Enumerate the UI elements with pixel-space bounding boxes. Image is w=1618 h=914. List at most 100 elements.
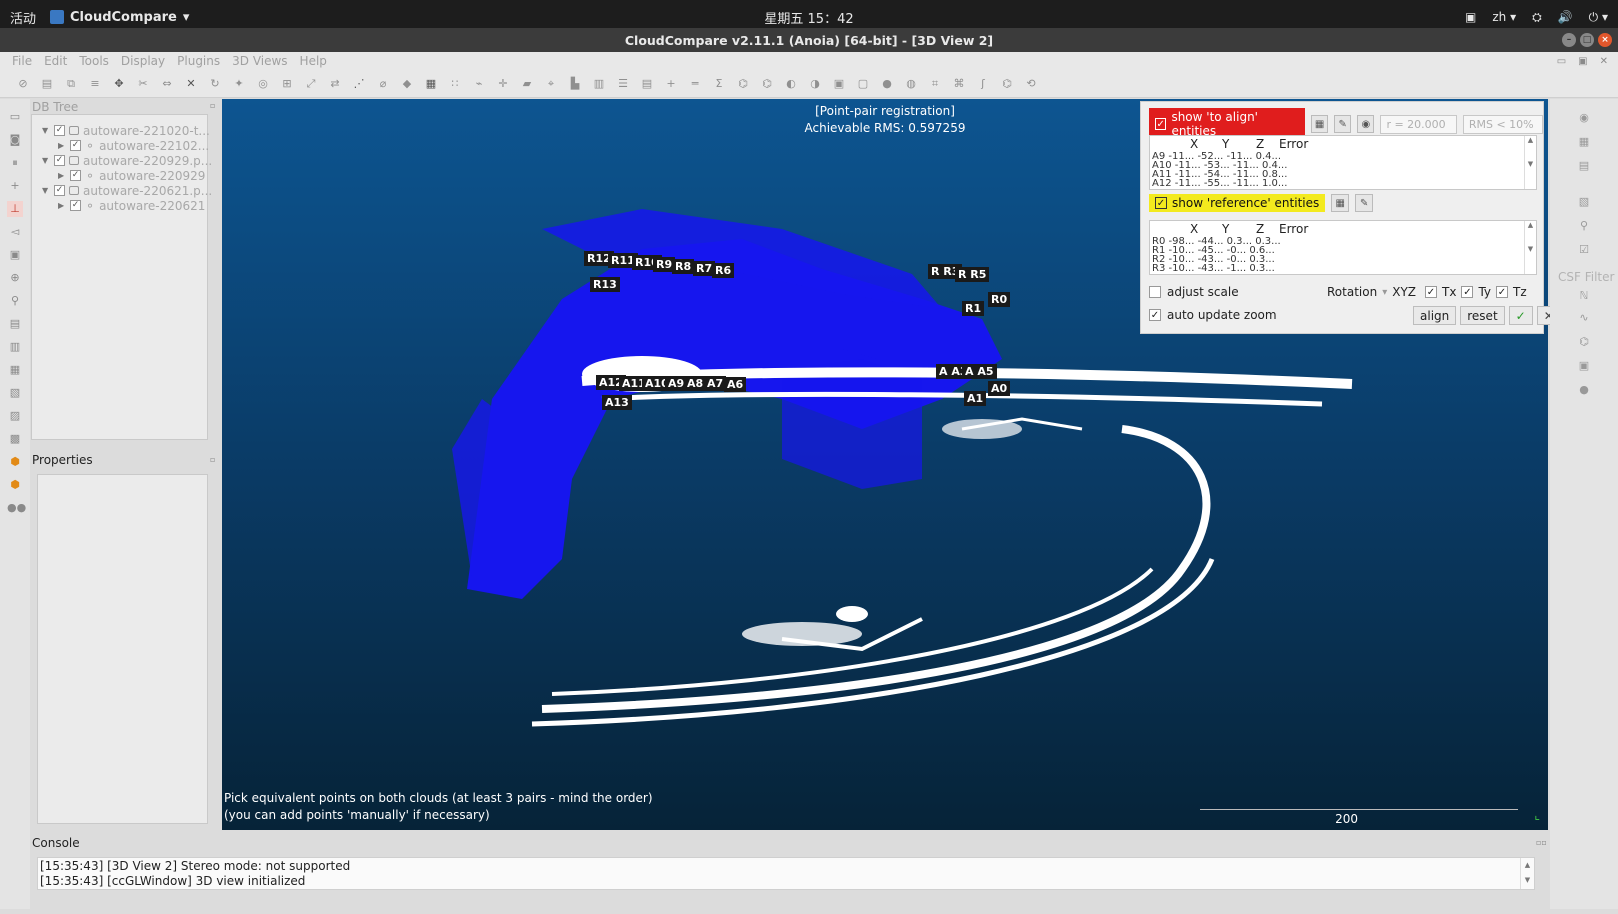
view-back-icon[interactable]: ▥ <box>7 339 23 355</box>
normals-icon[interactable]: ◎ <box>254 75 272 93</box>
pm-icon[interactable]: ◑ <box>806 75 824 93</box>
table-row[interactable]: A12 -11... -55... -11... 1.0... <box>1152 179 1524 189</box>
console-output[interactable]: [15:35:43] [3D View 2] Stereo mode: not … <box>37 857 1535 890</box>
save-icon[interactable]: ▤ <box>38 75 56 93</box>
power-icon[interactable]: ⏻ ▾ <box>1589 10 1608 25</box>
tx-checkbox[interactable]: ✓ <box>1425 286 1437 298</box>
register-icon[interactable]: ⇄ <box>326 75 344 93</box>
pick-icon[interactable]: ✦ <box>230 75 248 93</box>
iso-view-2-icon[interactable]: ⬢ <box>7 477 23 493</box>
view-right-icon[interactable]: ▧ <box>7 385 23 401</box>
visibility-checkbox[interactable]: ✓ <box>54 125 65 136</box>
sigma-icon[interactable]: Σ <box>710 75 728 93</box>
camera-icon[interactable]: ◙ <box>7 132 23 148</box>
reference-point-label[interactable]: R8 <box>672 259 695 274</box>
reference-point-label[interactable]: R1 <box>962 301 985 316</box>
expand-arrow-icon[interactable]: ▶ <box>58 201 66 210</box>
display-settings-icon[interactable]: ▭ <box>7 109 23 125</box>
rms-threshold-field[interactable]: RMS < 10% <box>1462 114 1544 134</box>
plugin-wave-icon[interactable]: ∿ <box>1576 311 1592 327</box>
reset-button[interactable]: reset <box>1460 306 1505 325</box>
clone-icon[interactable]: ⧉ <box>62 75 80 93</box>
reference-point-label[interactable]: R13 <box>590 277 620 292</box>
bar-icon[interactable]: ▙ <box>566 75 584 93</box>
maximize-button[interactable]: □ <box>1580 33 1594 47</box>
sample-icon[interactable]: ↻ <box>206 75 224 93</box>
show-to-align-checkbox[interactable]: ✓ <box>1155 118 1167 130</box>
tree-item[interactable]: ▶ ✓ ⚬ autoware-22102... <box>58 138 209 153</box>
reference-point-label[interactable]: R0 <box>988 292 1011 307</box>
reference-points-table[interactable]: X Y Z Error R0 -98... -44... 0.3... 0.3.… <box>1149 220 1537 275</box>
tree-item[interactable]: ▼ ✓ autoware-220621.p... <box>42 183 212 198</box>
plus-icon[interactable]: + <box>7 178 23 194</box>
show-reference-toggle[interactable]: ✓ show 'reference' entities <box>1149 194 1326 212</box>
console-scrollbar[interactable]: ▲ ▼ <box>1520 858 1534 889</box>
activities-button[interactable]: 活动 <box>0 8 50 27</box>
plugin-stack-icon[interactable]: ▤ <box>1576 159 1592 175</box>
canupo-classify-icon[interactable]: ⌬ <box>758 75 776 93</box>
plugin-grid-icon[interactable]: ▦ <box>1576 135 1592 151</box>
canupo-create-icon[interactable]: ⌬ <box>734 75 752 93</box>
minimize-button[interactable]: – <box>1562 33 1576 47</box>
visibility-checkbox[interactable]: ✓ <box>70 140 81 151</box>
stereo-icon[interactable]: ●● <box>7 500 26 516</box>
tree-item[interactable]: ▶ ✓ ⚬ autoware-220621 <box>58 198 205 213</box>
to-align-scrollbar[interactable]: ▲ ▼ <box>1524 136 1536 189</box>
plugin-e-icon[interactable]: ʃ <box>974 75 992 93</box>
zoom-fit-icon[interactable]: ⊕ <box>7 270 23 286</box>
checker-icon[interactable]: ▦ <box>422 75 440 93</box>
close-button[interactable]: × <box>1598 33 1612 47</box>
menu-3d-views[interactable]: 3D Views <box>232 54 287 68</box>
rotation-dropdown-arrow-icon[interactable]: ▾ <box>1382 287 1387 298</box>
reference-table-icon[interactable]: ▦ <box>1331 194 1350 212</box>
list-icon[interactable]: ☰ <box>614 75 632 93</box>
histogram-icon[interactable]: ▥ <box>590 75 608 93</box>
network-icon[interactable]: ⛭ <box>1532 10 1542 25</box>
cube-icon[interactable]: ▣ <box>7 247 23 263</box>
validate-check-icon[interactable]: ✓ <box>1508 306 1533 325</box>
plugin-pin-icon[interactable]: ⚲ <box>1576 219 1592 235</box>
view-top-icon[interactable]: ▨ <box>7 408 23 424</box>
mdi-restore-button[interactable]: ▣ <box>1578 56 1587 67</box>
magnifier-icon[interactable]: ⚲ <box>7 293 23 309</box>
open-icon[interactable]: ⊘ <box>14 75 32 93</box>
align-icon[interactable]: ⇔ <box>158 75 176 93</box>
point-list-icon[interactable]: ✛ <box>494 75 512 93</box>
label-icon[interactable]: ⌁ <box>470 75 488 93</box>
adjust-scale-checkbox[interactable] <box>1149 286 1161 298</box>
dbtree-pin-icon[interactable]: ▫ <box>210 101 215 110</box>
display-icon[interactable]: ▣ <box>1465 10 1476 24</box>
csf-filter-label[interactable]: CSF Filter <box>1558 270 1614 284</box>
view-bottom-icon[interactable]: ▩ <box>7 431 23 447</box>
merge-icon[interactable]: ≡ <box>86 75 104 93</box>
menu-file[interactable]: File <box>12 54 32 68</box>
plugin-a-icon[interactable]: ▣ <box>830 75 848 93</box>
sphere-toggle-icon[interactable]: ◉ <box>1357 115 1375 133</box>
expand-arrow-icon[interactable]: ▼ <box>42 156 50 165</box>
visibility-checkbox[interactable]: ✓ <box>70 200 81 211</box>
delete-icon[interactable]: ✕ <box>182 75 200 93</box>
menu-display[interactable]: Display <box>121 54 165 68</box>
aligned-point-label[interactable]: A7 <box>704 376 727 391</box>
mesh-icon[interactable]: ▰ <box>518 75 536 93</box>
visibility-checkbox[interactable]: ✓ <box>54 155 65 166</box>
align-button[interactable]: align <box>1413 306 1457 325</box>
menu-plugins[interactable]: Plugins <box>177 54 220 68</box>
tree-item[interactable]: ▶ ✓ ⚬ autoware-220929 <box>58 168 205 183</box>
scale-icon[interactable]: ⌖ <box>542 75 560 93</box>
plugin-box-icon[interactable]: ▣ <box>1576 359 1592 375</box>
radius-field[interactable]: r = 20.000 <box>1380 114 1457 134</box>
menu-edit[interactable]: Edit <box>44 54 67 68</box>
plugin-c-icon[interactable]: ⌗ <box>926 75 944 93</box>
expand-arrow-icon[interactable]: ▶ <box>58 171 66 180</box>
tree-item[interactable]: ▼ ✓ autoware-220929.p... <box>42 153 212 168</box>
visibility-checkbox[interactable]: ✓ <box>70 170 81 181</box>
plugin-check-icon[interactable]: ☑ <box>1576 243 1592 259</box>
properties-pin-icon[interactable]: ▫ <box>210 455 215 464</box>
visibility-checkbox[interactable]: ✓ <box>54 185 65 196</box>
to-align-table-icon[interactable]: ▦ <box>1310 115 1329 133</box>
table-row[interactable]: R3 -10... -43... -1... 0.3... <box>1152 264 1524 274</box>
app-menu[interactable]: CloudCompare ▾ <box>50 10 189 25</box>
plugin-f-icon[interactable]: ⌬ <box>998 75 1016 93</box>
sor-icon[interactable]: ∷ <box>446 75 464 93</box>
